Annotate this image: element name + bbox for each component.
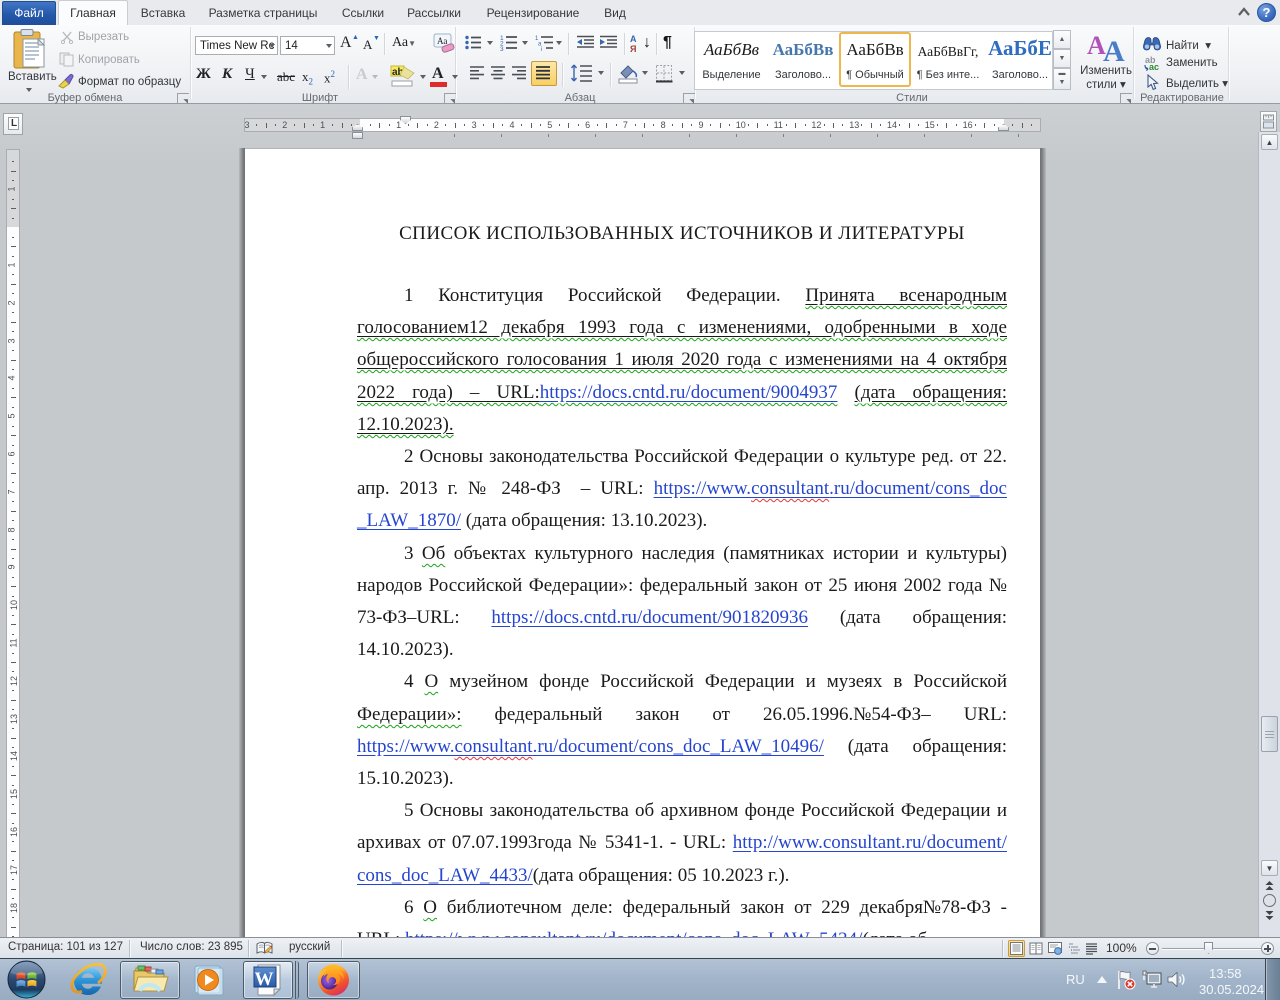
- svg-text:ac: ac: [1149, 62, 1159, 71]
- svg-text:Аа: Аа: [437, 36, 447, 46]
- svg-text:i: i: [541, 47, 542, 51]
- svg-text:W: W: [255, 969, 274, 990]
- svg-text:3: 3: [500, 46, 504, 51]
